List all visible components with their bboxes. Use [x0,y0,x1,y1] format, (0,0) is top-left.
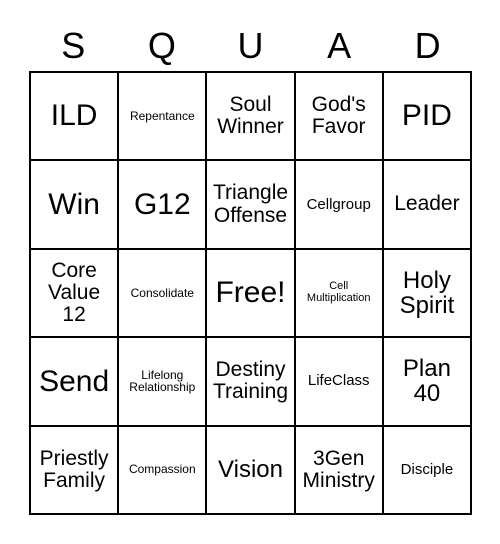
bingo-cell-r3c1[interactable]: Lifelong Relationship [119,338,208,427]
bingo-cell-free-space[interactable]: Free! [207,249,296,339]
bingo-cell-r2c0[interactable]: Core Value 12 [31,249,120,339]
bingo-cell-r1c4[interactable]: Leader [383,161,473,250]
bingo-cell-r1c0[interactable]: Win [31,161,120,250]
bingo-header-letter-1: Q [147,25,176,66]
bingo-cell-r4c2[interactable]: Vision [207,426,296,516]
bingo-cell-r3c0[interactable]: Send [31,338,120,427]
bingo-cell-label: Send [39,364,110,398]
bingo-cell-label: Destiny Training [212,358,289,404]
bingo-header-letter-3: A [327,25,352,66]
bingo-cell-label: God's Favor [311,92,366,139]
bingo-cell-label: Leader [394,192,460,216]
bingo-cell-r4c4[interactable]: Disciple [383,426,473,516]
bingo-cell-label: Consolidate [130,285,194,300]
bingo-cell-r0c1[interactable]: Repentance [119,73,208,162]
bingo-cell-r0c4[interactable]: PID [383,73,473,162]
bingo-cell-label: Plan 40 [402,354,451,408]
bingo-cell-r4c1[interactable]: Compassion [119,426,208,516]
bingo-cell-label: Soul Winner [217,92,284,139]
bingo-cell-label: Priestly Family [39,446,109,492]
bingo-header-letter-2: U [237,25,264,66]
bingo-cell-r4c0[interactable]: Priestly Family [31,426,120,516]
bingo-header-letter-4: D [414,25,441,66]
bingo-row: Send Lifelong Relationship Destiny Train… [31,338,473,427]
bingo-cell-r2c4[interactable]: Holy Spirit [383,249,473,339]
bingo-cell-label: Lifelong Relationship [129,367,196,395]
bingo-cell-label: G12 [133,187,191,221]
bingo-row: Priestly Family Compassion Vision 3Gen M… [31,426,473,516]
bingo-cell-label: Free! [215,276,286,310]
bingo-cell-label: PID [401,99,452,133]
bingo-card: S Q U A D ILD Repentance Soul Winner God… [0,0,500,544]
bingo-header-letter-0: S [61,25,86,66]
bingo-cell-label: Cellgroup [306,195,371,213]
bingo-cell-label: Triangle Offense [212,181,289,227]
bingo-cell-r0c3[interactable]: God's Favor [295,73,384,162]
bingo-cell-label: Win [48,187,100,221]
bingo-cell-label: 3Gen Ministry [302,446,375,492]
bingo-row: Core Value 12 Consolidate Free! Cell Mul… [31,249,473,339]
bingo-cell-label: Repentance [129,108,195,123]
bingo-cell-r1c1[interactable]: G12 [119,161,208,250]
bingo-cell-r2c3[interactable]: Cell Multiplication [295,249,384,339]
bingo-cell-r3c2[interactable]: Destiny Training [207,338,296,427]
bingo-cell-r2c1[interactable]: Consolidate [119,249,208,339]
bingo-cell-r3c3[interactable]: LifeClass [295,338,384,427]
bingo-cell-r0c2[interactable]: Soul Winner [207,73,296,162]
bingo-grid: ILD Repentance Soul Winner God's Favor P… [29,71,473,516]
bingo-header-row: S Q U A D [29,22,472,70]
bingo-cell-label: Disciple [400,460,454,478]
bingo-cell-label: Vision [218,456,283,484]
bingo-cell-r0c0[interactable]: ILD [31,73,120,162]
bingo-cell-r4c3[interactable]: 3Gen Ministry [295,426,384,516]
bingo-cell-label: Cell Multiplication [306,280,371,305]
bingo-cell-label: Compassion [128,462,196,477]
bingo-cell-label: Core Value 12 [48,258,101,327]
bingo-cell-r1c3[interactable]: Cellgroup [295,161,384,250]
bingo-cell-label: LifeClass [307,372,370,390]
bingo-cell-label: ILD [50,99,98,133]
bingo-cell-r3c4[interactable]: Plan 40 [383,338,473,427]
bingo-cell-label: Holy Spirit [399,266,455,320]
bingo-cell-r1c2[interactable]: Triangle Offense [207,161,296,250]
bingo-row: Win G12 Triangle Offense Cellgroup Leade… [31,161,473,250]
bingo-row: ILD Repentance Soul Winner God's Favor P… [31,73,473,162]
